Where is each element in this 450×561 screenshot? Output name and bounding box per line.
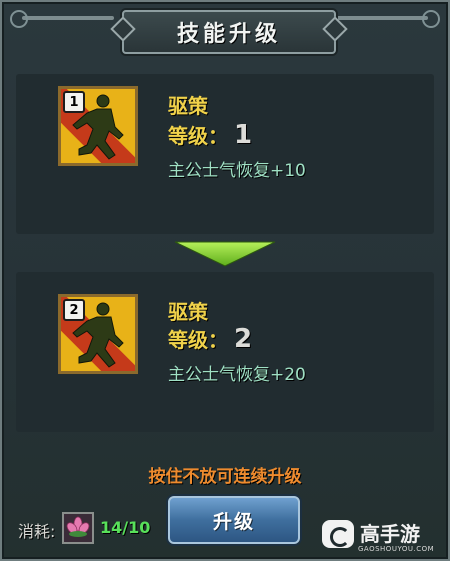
next-skill-effect: 主公士气恢复+20 (168, 365, 306, 385)
corner-ornament (10, 10, 28, 28)
cost-count: 14/10 (100, 518, 151, 537)
brand-logo-icon (322, 520, 354, 548)
current-skill-icon[interactable]: 1 (58, 86, 138, 166)
title-banner: 技能升级 (122, 10, 336, 54)
level-label: 等级： (168, 124, 228, 148)
skill-level-badge: 1 (63, 91, 85, 113)
corner-ornament (422, 10, 440, 28)
current-skill-effect: 主公士气恢复+10 (168, 161, 306, 181)
lotus-flower-icon[interactable] (62, 512, 94, 544)
watermark-brand: 高手游 (360, 522, 420, 546)
skill-level-badge: 2 (63, 299, 85, 321)
upgrade-button[interactable]: 升级 (168, 496, 300, 544)
title-ornament-right (336, 16, 428, 20)
current-skill-name: 驱策 (168, 94, 208, 118)
cost-label: 消耗: (18, 522, 56, 541)
level-value: 2 (234, 324, 253, 354)
watermark: 高手游 GAOSHOUYOU.COM (322, 518, 446, 558)
current-level-row: 等级： 1 (168, 120, 252, 150)
upgrade-arrow-icon (174, 238, 276, 268)
next-level-row: 等级： 2 (168, 324, 252, 354)
level-label: 等级： (168, 328, 228, 352)
title-ornament-left (22, 16, 114, 20)
hold-to-upgrade-hint: 按住不放可连续升级 (148, 467, 302, 487)
next-skill-icon[interactable]: 2 (58, 294, 138, 374)
dialog-title: 技能升级 (176, 22, 281, 47)
watermark-site: GAOSHOUYOU.COM (358, 545, 435, 553)
level-value: 1 (234, 120, 253, 150)
next-skill-name: 驱策 (168, 300, 208, 324)
